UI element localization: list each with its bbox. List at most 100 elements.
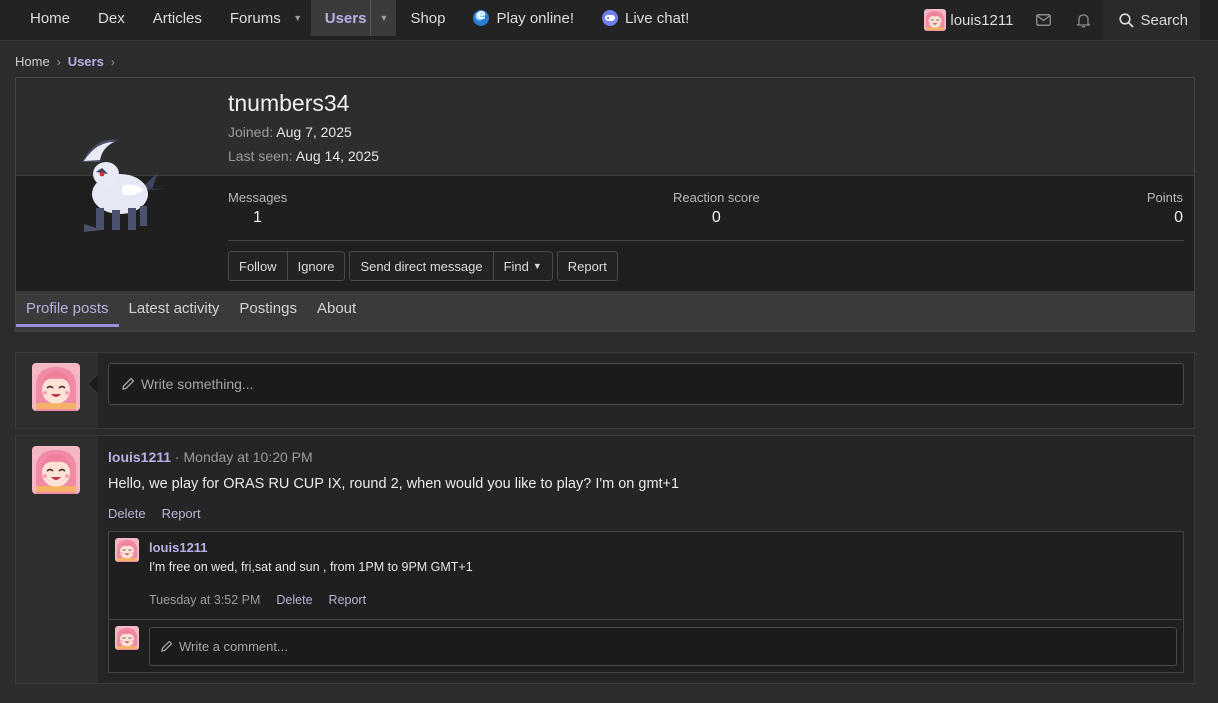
tab-about[interactable]: About <box>307 291 366 327</box>
last-seen-value: Aug 14, 2025 <box>295 148 380 164</box>
speech-arrow <box>89 375 98 393</box>
nav-users[interactable]: Users <box>311 0 371 36</box>
comment-content: I'm free on wed, fri,sat and sun , from … <box>149 560 473 574</box>
find-label: Find <box>503 258 529 274</box>
write-comment-input[interactable]: Write a comment... <box>149 627 1177 666</box>
post-avatar-column <box>16 436 98 683</box>
comment: louis1211 I'm free on wed, fri,sat and s… <box>109 532 1183 620</box>
joined-value: Aug 7, 2025 <box>276 124 352 140</box>
divider <box>228 240 1184 241</box>
composer-avatar-column <box>16 353 98 428</box>
post-delete-link[interactable]: Delete <box>108 506 146 521</box>
post-content: Hello, we play for ORAS RU CUP IX, round… <box>108 476 680 492</box>
breadcrumb-home[interactable]: Home <box>15 54 50 69</box>
pencil-icon <box>161 640 173 652</box>
nav-home[interactable]: Home <box>16 0 84 36</box>
top-navigation: Home Dex Articles Forums ▼ Users ▼ Shop … <box>0 0 1218 41</box>
tab-latest-activity[interactable]: Latest activity <box>119 291 230 327</box>
comment-meta: Tuesday at 3:52 PM Delete Report <box>149 593 382 607</box>
report-member-button[interactable]: Report <box>558 252 617 280</box>
message-find-group: Send direct message Find ▼ <box>349 251 553 281</box>
last-seen-line: Last seen: Aug 14, 2025 <box>228 148 379 164</box>
stat-messages-value[interactable]: 1 <box>228 209 287 227</box>
post-timestamp[interactable]: Monday at 10:20 PM <box>184 449 313 465</box>
post-actions: Delete Report <box>108 506 217 521</box>
stat-points-label: Points <box>1146 190 1183 205</box>
profile-username: tnumbers34 <box>228 90 350 116</box>
breadcrumb: Home › Users › <box>15 54 122 69</box>
nav-live-chat-label: Live chat! <box>625 9 690 27</box>
inbox-button[interactable] <box>1023 0 1063 40</box>
nav-shop[interactable]: Shop <box>396 0 459 36</box>
chevron-right-icon: › <box>110 54 115 69</box>
stat-messages-label: Messages <box>228 190 288 205</box>
user-menu: louis1211 Search <box>914 0 1200 40</box>
profile-actions: Follow Ignore Send direct message Find ▼… <box>228 251 622 281</box>
comment-author[interactable]: louis1211 <box>149 540 208 555</box>
stat-reaction-value[interactable]: 0 <box>673 209 760 227</box>
stat-reaction-label: Reaction score <box>673 190 760 205</box>
write-something-input[interactable]: Write something... <box>108 363 1184 405</box>
comment-author-avatar[interactable] <box>115 538 139 562</box>
comment-delete-link[interactable]: Delete <box>276 593 312 607</box>
chevron-right-icon: › <box>56 54 61 69</box>
comment-timestamp[interactable]: Tuesday at 3:52 PM <box>149 593 260 607</box>
stat-messages: Messages 1 <box>228 190 287 227</box>
stat-points-value[interactable]: 0 <box>1147 209 1183 227</box>
account-username: louis1211 <box>950 11 1014 29</box>
nav-articles[interactable]: Articles <box>139 0 216 36</box>
search-icon <box>1119 12 1135 28</box>
post-author-avatar[interactable] <box>32 446 80 494</box>
write-something-placeholder: Write something... <box>141 376 254 392</box>
account-button[interactable]: louis1211 <box>914 0 1023 40</box>
forums-dropdown-caret-icon[interactable]: ▼ <box>285 0 311 36</box>
tab-postings[interactable]: Postings <box>229 291 307 327</box>
caret-down-icon: ▼ <box>532 261 542 271</box>
breadcrumb-users[interactable]: Users <box>68 54 104 69</box>
profile-tabs: Profile posts Latest activity Postings A… <box>16 291 1194 331</box>
nav-play-online[interactable]: Play online! <box>459 0 588 36</box>
member-profile: tnumbers34 Joined: Aug 7, 2025 Last seen… <box>15 77 1195 332</box>
post-author[interactable]: louis1211 <box>108 449 171 465</box>
alerts-button[interactable] <box>1063 0 1103 40</box>
search-button[interactable]: Search <box>1103 0 1200 40</box>
nav-dex[interactable]: Dex <box>84 0 139 36</box>
joined-line: Joined: Aug 7, 2025 <box>228 124 352 140</box>
joined-label: Joined: <box>228 124 274 140</box>
comment-report-link[interactable]: Report <box>329 593 367 607</box>
nav-forums-group: Forums ▼ <box>216 0 311 36</box>
ignore-button[interactable]: Ignore <box>286 252 345 280</box>
pencil-icon <box>122 377 135 390</box>
main-menu: Home Dex Articles Forums ▼ Users ▼ Shop … <box>16 0 703 36</box>
profile-banner <box>16 78 1194 176</box>
user-avatar <box>924 9 946 31</box>
envelope-icon <box>1036 14 1051 26</box>
composer-avatar[interactable] <box>32 363 80 411</box>
comment-composer-avatar[interactable] <box>115 626 139 650</box>
bell-icon <box>1076 13 1090 28</box>
follow-ignore-group: Follow Ignore <box>228 251 346 281</box>
nav-users-group: Users ▼ <box>310 0 397 36</box>
profile-avatar[interactable] <box>62 128 182 248</box>
search-label: Search <box>1140 11 1188 29</box>
write-comment-placeholder: Write a comment... <box>179 639 288 654</box>
tab-profile-posts[interactable]: Profile posts <box>16 291 119 327</box>
stat-reaction-score: Reaction score 0 <box>673 190 760 227</box>
profile-post: louis1211 · Monday at 10:20 PM Hello, we… <box>15 435 1195 684</box>
report-group: Report <box>556 251 618 281</box>
send-direct-message-button[interactable]: Send direct message <box>350 252 492 280</box>
post-header: louis1211 · Monday at 10:20 PM <box>108 449 313 465</box>
find-button[interactable]: Find ▼ <box>492 252 552 280</box>
browser-icon <box>473 7 490 26</box>
discord-icon <box>602 10 619 26</box>
nav-forums[interactable]: Forums <box>216 0 285 36</box>
comments-list: louis1211 I'm free on wed, fri,sat and s… <box>108 531 1184 673</box>
nav-live-chat[interactable]: Live chat! <box>588 0 703 36</box>
post-report-link[interactable]: Report <box>162 506 201 521</box>
post-separator: · <box>171 449 184 465</box>
stat-points: Points 0 <box>1147 190 1183 227</box>
last-seen-label: Last seen: <box>228 148 293 164</box>
users-dropdown-caret-icon[interactable]: ▼ <box>370 0 396 36</box>
nav-play-online-label: Play online! <box>496 9 575 27</box>
follow-button[interactable]: Follow <box>229 252 287 280</box>
